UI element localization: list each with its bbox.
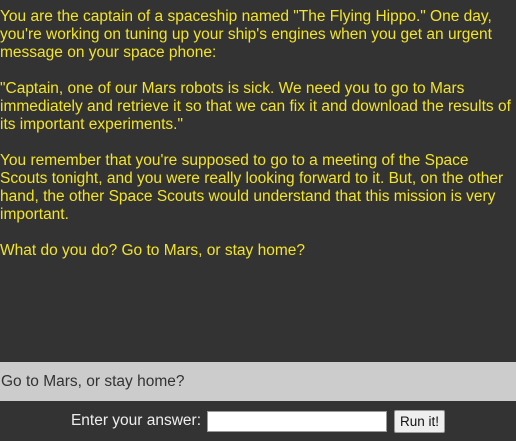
prompt-bar: Go to Mars, or stay home? [0, 362, 516, 401]
story-paragraph: You are the captain of a spaceship named… [0, 8, 492, 61]
story-paragraph: "Captain, one of our Mars robots is sick… [0, 80, 511, 133]
story-paragraph: You remember that you're supposed to go … [0, 152, 504, 223]
prompt-text: Go to Mars, or stay home? [1, 373, 185, 390]
story-text: You are the captain of a spaceship named… [0, 8, 514, 278]
answer-form: Enter your answer: Run it! [0, 401, 516, 441]
run-button[interactable]: Run it! [394, 409, 446, 433]
story-question: What do you do? Go to Mars, or stay home… [0, 242, 305, 259]
answer-input[interactable] [207, 410, 388, 432]
answer-label: Enter your answer: [70, 412, 202, 429]
